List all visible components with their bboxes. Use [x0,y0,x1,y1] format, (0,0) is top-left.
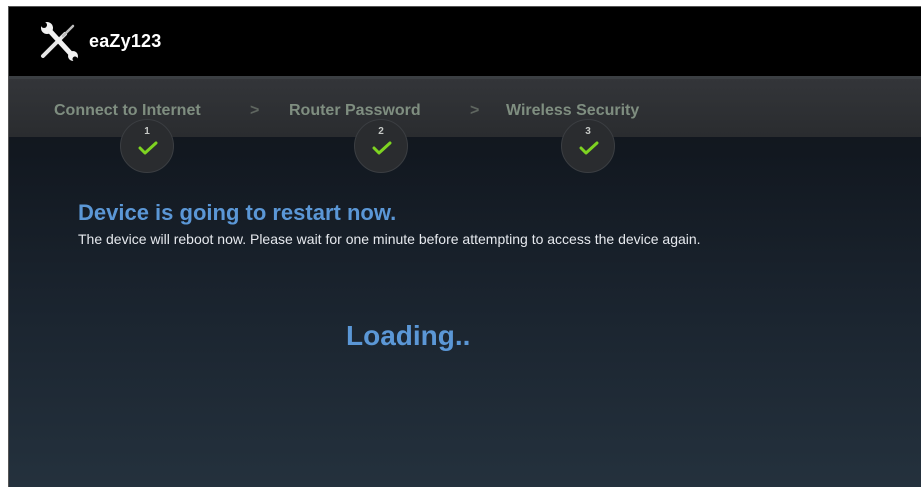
top-bar: eaZy123 [9,7,921,76]
step-badge-1: 1 [120,119,174,173]
step-badge-3: 3 [561,119,615,173]
app-window: eaZy123 Connect to Internet > Router Pas… [8,6,921,487]
check-icon [138,141,158,155]
step-number: 3 [585,126,591,137]
step-number: 2 [378,126,384,137]
loading-indicator: Loading.. [346,320,471,351]
check-icon [579,141,599,155]
step-badge-2: 2 [354,119,408,173]
check-icon [372,141,392,155]
step-separator-icon: > [470,102,480,119]
step-number: 1 [144,126,150,137]
brand-name: eaZy123 [89,31,162,51]
step-wireless-security[interactable]: Wireless Security [506,102,639,120]
step-separator-icon: > [250,102,260,119]
wrench-screwdriver-icon [41,21,78,61]
restart-message: The device will reboot now. Please wait … [78,231,701,247]
step-router-password[interactable]: Router Password [289,102,421,120]
restart-title: Device is going to restart now. [78,200,397,225]
step-connect-to-internet[interactable]: Connect to Internet [54,102,201,120]
